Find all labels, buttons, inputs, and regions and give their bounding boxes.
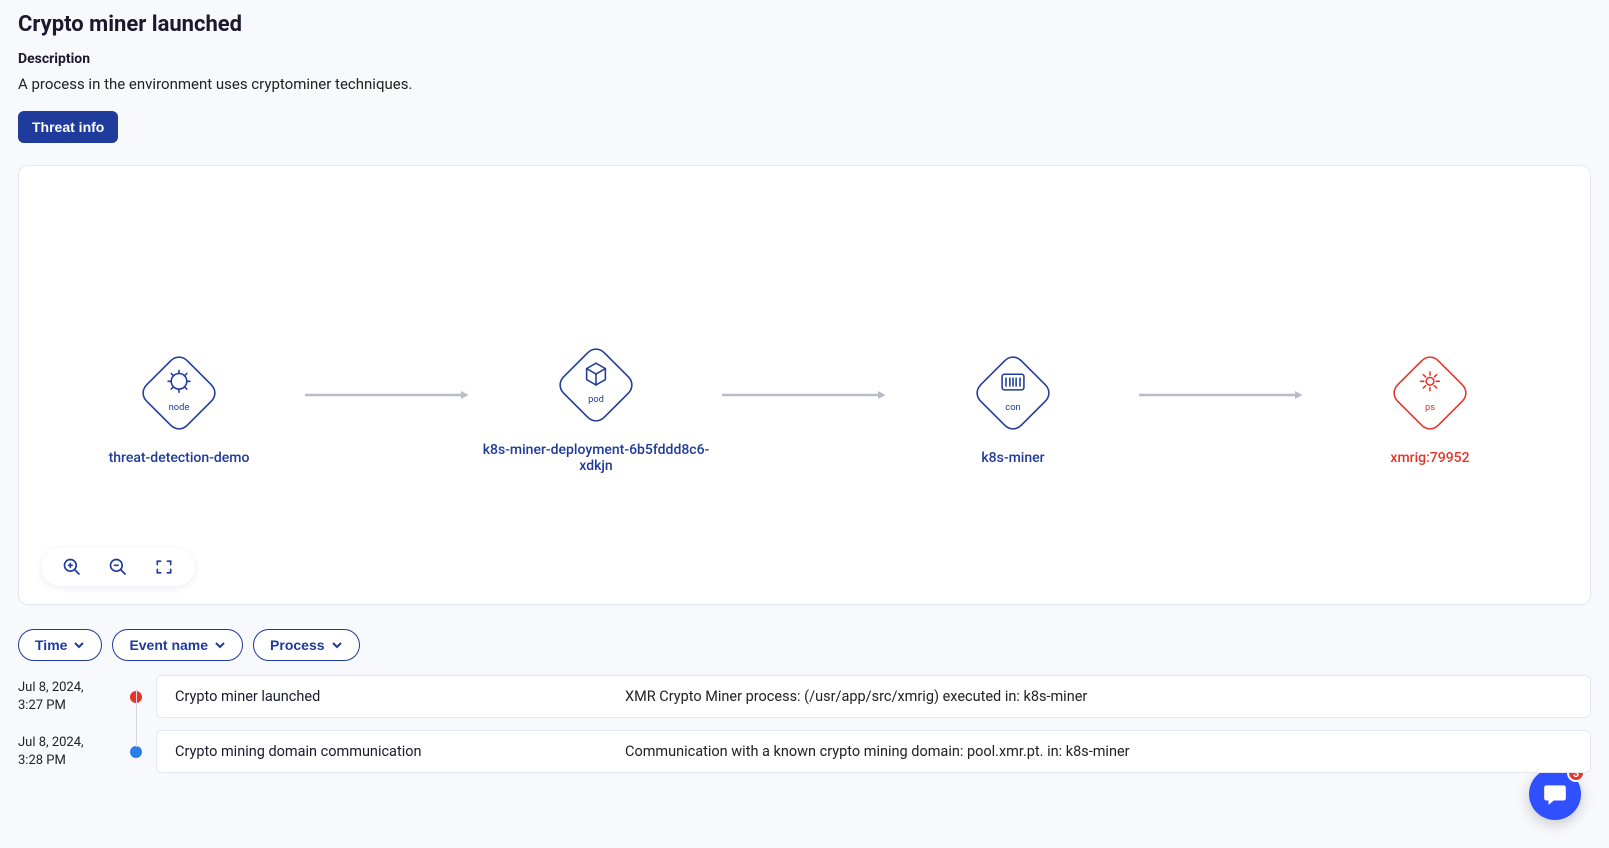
- flow-node-container[interactable]: con k8s-miner: [893, 354, 1133, 466]
- filter-time[interactable]: Time: [18, 629, 102, 661]
- chevron-down-icon: [214, 639, 226, 651]
- timeline-card[interactable]: Crypto miner launched XMR Crypto Miner p…: [156, 675, 1591, 718]
- arrow-icon: [305, 385, 470, 395]
- event-name: Crypto miner launched: [175, 688, 625, 705]
- filter-label: Time: [35, 637, 67, 653]
- timeline-connector: [136, 689, 137, 747]
- flow-node-pod[interactable]: pod k8s-miner-deployment-6b5fddd8c6-xdkj…: [476, 346, 716, 474]
- process-icon: ps: [1391, 354, 1469, 432]
- timeline-card[interactable]: Crypto mining domain communication Commu…: [156, 730, 1591, 773]
- flow-node-process[interactable]: ps xmrig:79952: [1310, 354, 1550, 466]
- filter-event-name[interactable]: Event name: [112, 629, 243, 661]
- pod-icon: pod: [557, 346, 635, 424]
- node-label: k8s-miner-deployment-6b5fddd8c6-xdkjn: [476, 442, 716, 474]
- flow-diagram-card: node threat-detection-demo pod k8s-mi: [18, 165, 1591, 605]
- node-type-label: con: [1005, 402, 1020, 413]
- page-title: Crypto miner launched: [18, 12, 1591, 37]
- filter-label: Event name: [129, 637, 208, 653]
- zoom-controls: [41, 548, 195, 586]
- timeline-dot-icon: [130, 746, 142, 758]
- event-description: Communication with a known crypto mining…: [625, 743, 1130, 760]
- timeline-timestamp: Jul 8, 2024, 3:28 PM: [18, 734, 122, 769]
- threat-info-button[interactable]: Threat info: [18, 111, 118, 143]
- zoom-in-button[interactable]: [61, 556, 83, 578]
- timeline-row: Jul 8, 2024, 3:28 PM Crypto mining domai…: [18, 730, 1591, 773]
- node-icon: node: [140, 354, 218, 432]
- chat-button[interactable]: 3: [1529, 768, 1581, 820]
- chevron-down-icon: [331, 639, 343, 651]
- event-description: XMR Crypto Miner process: (/usr/app/src/…: [625, 688, 1087, 705]
- node-type-label: node: [169, 402, 190, 413]
- timeline-row: Jul 8, 2024, 3:27 PM Crypto miner launch…: [18, 675, 1591, 718]
- zoom-out-button[interactable]: [107, 556, 129, 578]
- node-type-label: pod: [588, 394, 604, 405]
- filter-row: Time Event name Process: [18, 629, 1591, 661]
- node-label: k8s-miner: [981, 450, 1044, 466]
- node-label: xmrig:79952: [1390, 450, 1469, 466]
- node-label: threat-detection-demo: [109, 450, 250, 466]
- event-name: Crypto mining domain communication: [175, 743, 625, 760]
- filter-label: Process: [270, 637, 324, 653]
- flow-row: node threat-detection-demo pod k8s-mi: [59, 346, 1550, 474]
- arrow-icon: [1139, 385, 1304, 395]
- description-label: Description: [18, 51, 1591, 67]
- node-type-label: ps: [1425, 402, 1435, 413]
- chat-icon: [1542, 781, 1568, 807]
- filter-process[interactable]: Process: [253, 629, 359, 661]
- chevron-down-icon: [73, 639, 85, 651]
- container-icon: con: [974, 354, 1052, 432]
- timeline-timestamp: Jul 8, 2024, 3:27 PM: [18, 679, 122, 714]
- timeline: Jul 8, 2024, 3:27 PM Crypto miner launch…: [18, 675, 1591, 773]
- fullscreen-button[interactable]: [153, 556, 175, 578]
- description-text: A process in the environment uses crypto…: [18, 75, 1591, 93]
- flow-node-node[interactable]: node threat-detection-demo: [59, 354, 299, 466]
- arrow-icon: [722, 385, 887, 395]
